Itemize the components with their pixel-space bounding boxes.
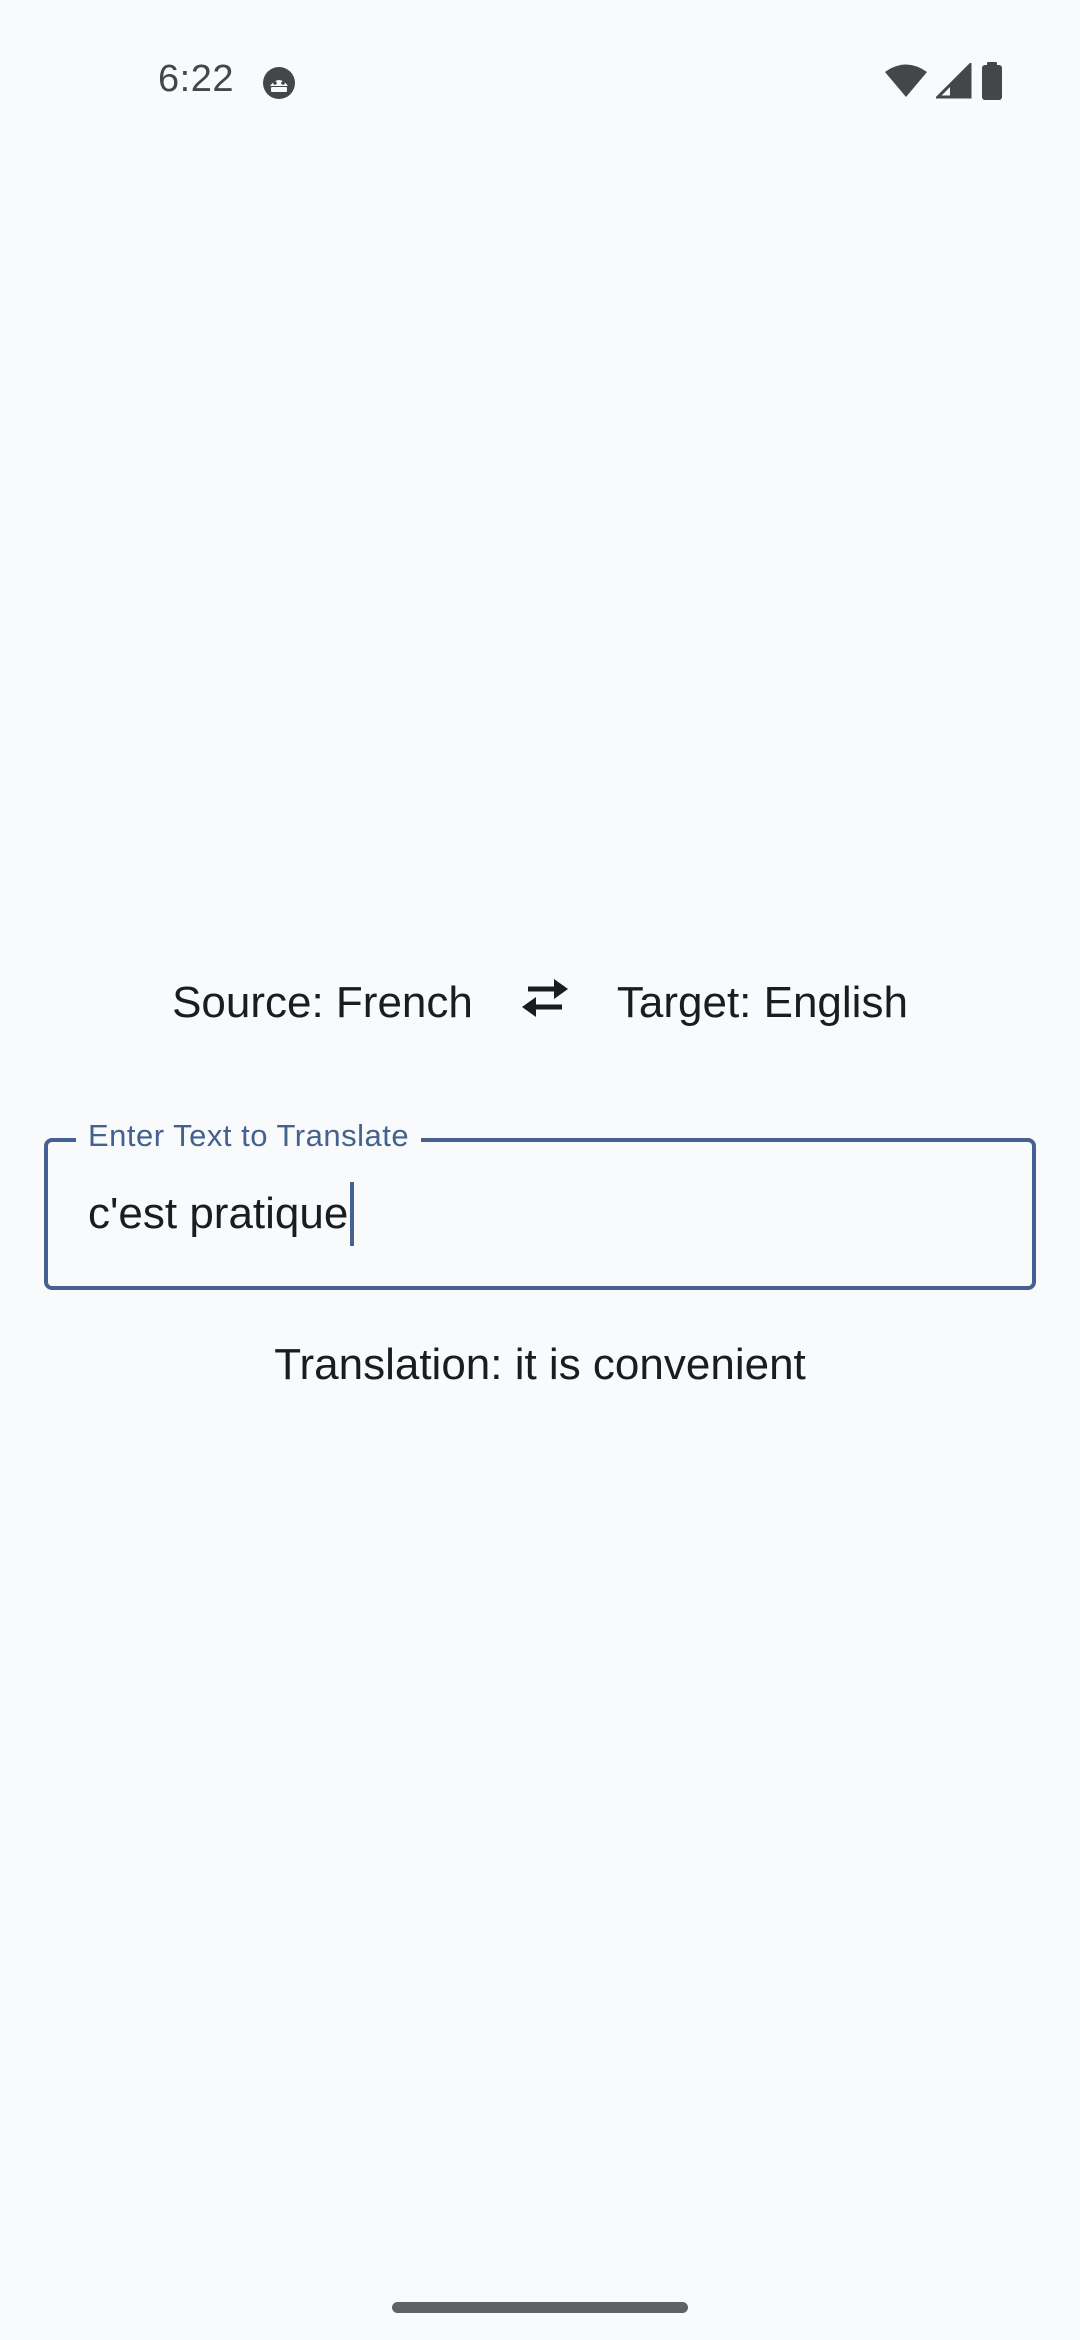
swap-arrows-icon: [518, 976, 572, 1031]
target-language[interactable]: Target: English: [617, 978, 908, 1028]
status-icons: [884, 62, 1004, 100]
swap-languages-button[interactable]: [513, 971, 577, 1035]
input-value[interactable]: c'est pratique: [88, 1189, 348, 1239]
translate-input-field[interactable]: Enter Text to Translate c'est pratique: [44, 1116, 1036, 1290]
status-time: 6:22: [158, 58, 234, 100]
android-face-icon: [262, 66, 296, 100]
status-bar: 6:22: [0, 0, 1080, 170]
battery-icon: [980, 62, 1004, 100]
signal-icon: [936, 63, 972, 99]
language-row: Source: French Target: English: [0, 968, 1080, 1038]
translator-screen: 6:22 Source: French Target: English Ente…: [0, 0, 1080, 2340]
input-label: Enter Text to Translate: [76, 1116, 422, 1156]
input-text-area[interactable]: c'est pratique: [88, 1182, 355, 1246]
translation-result: Translation: it is convenient: [274, 1340, 806, 1389]
text-caret: [350, 1182, 355, 1246]
gesture-nav-handle[interactable]: [392, 2302, 688, 2313]
source-language[interactable]: Source: French: [172, 978, 473, 1028]
wifi-icon: [884, 63, 928, 99]
